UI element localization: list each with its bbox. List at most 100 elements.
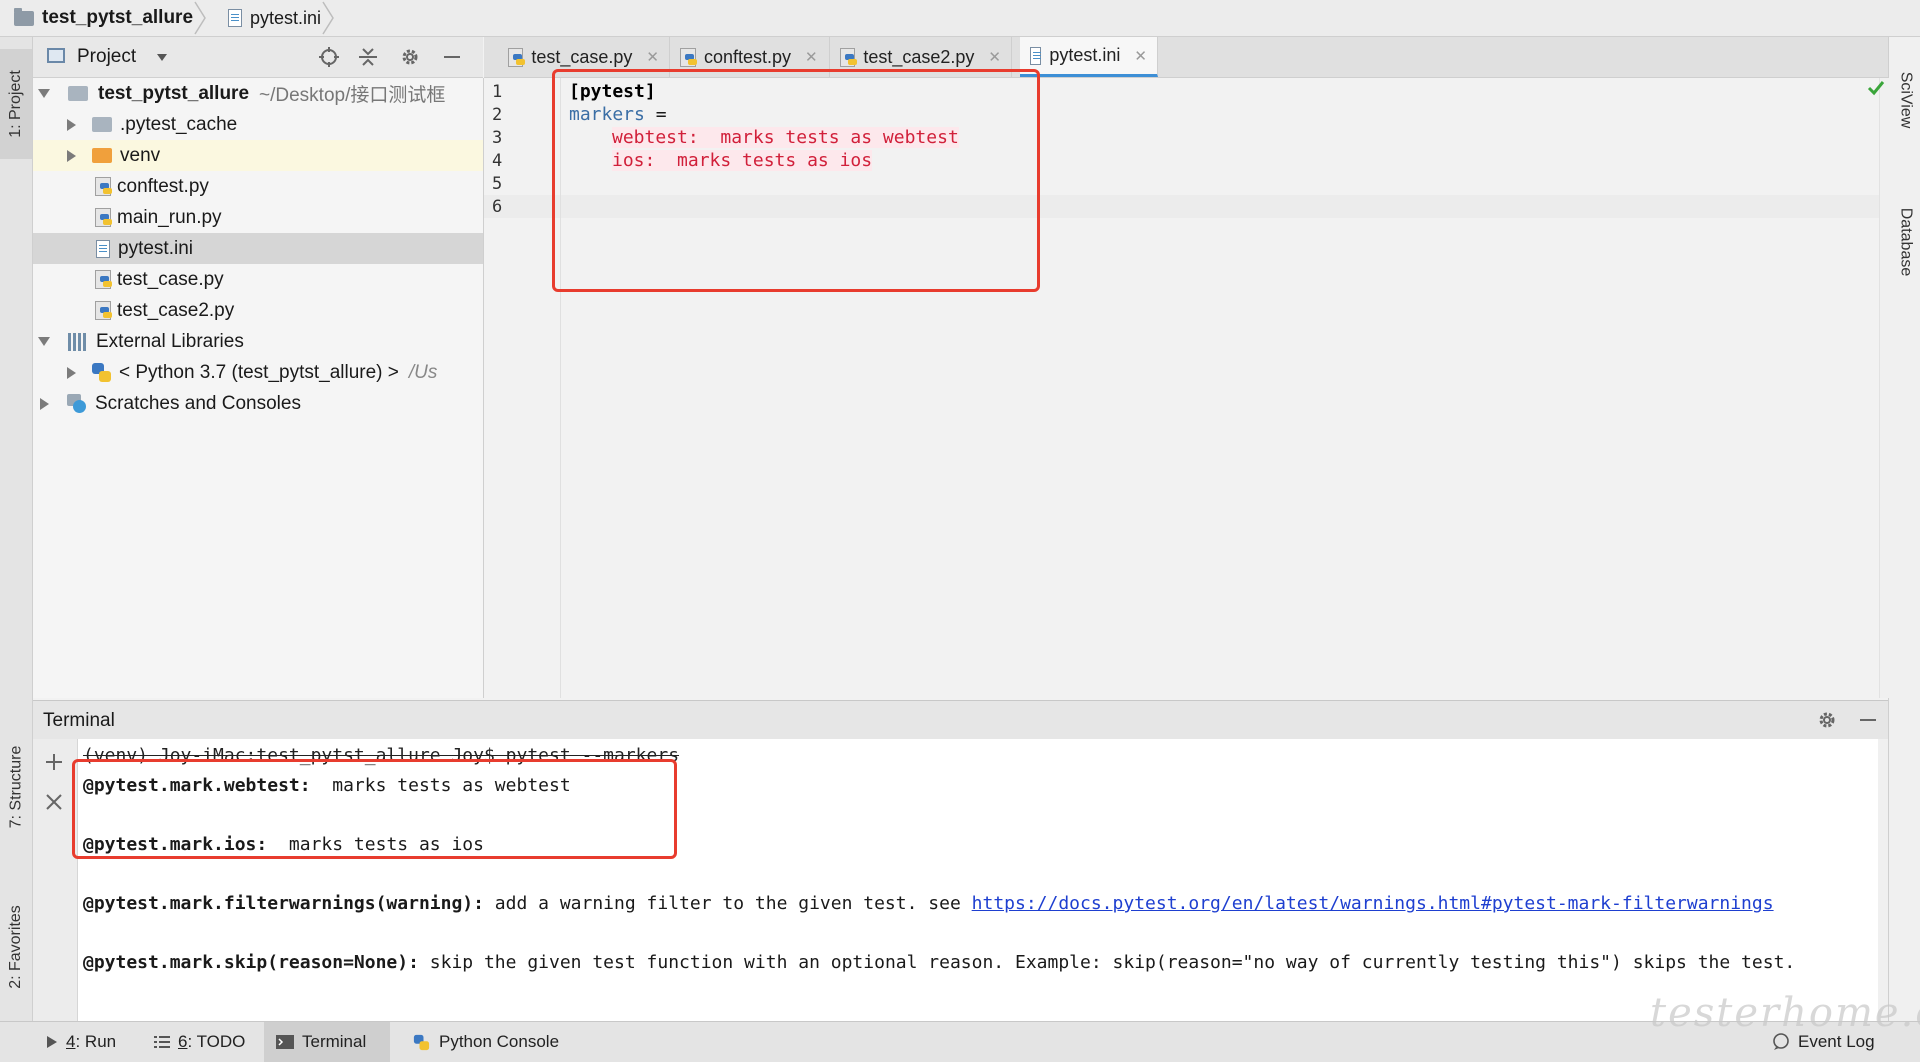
expand-arrow-icon[interactable] bbox=[67, 149, 76, 162]
tool-tab-structure[interactable]: 7: Structure bbox=[0, 727, 32, 847]
line-number: 3 bbox=[492, 128, 503, 148]
tree-item-pytest-ini[interactable]: pytest.ini bbox=[33, 233, 483, 264]
line-number: 1 bbox=[492, 82, 503, 102]
tool-tab-project[interactable]: 1: Project bbox=[0, 49, 32, 159]
line-number: 2 bbox=[492, 105, 503, 125]
terminal-header: Terminal bbox=[33, 700, 1888, 740]
python-file-icon bbox=[95, 270, 112, 289]
tool-tab-database[interactable]: Database bbox=[1889, 172, 1920, 312]
annotation-box bbox=[72, 759, 677, 859]
expand-arrow-icon[interactable] bbox=[67, 118, 76, 131]
close-icon[interactable]: ✕ bbox=[646, 48, 659, 66]
tree-item-label: venv bbox=[120, 144, 161, 166]
tree-item-scratches[interactable]: Scratches and Consoles bbox=[33, 388, 483, 419]
docs-link[interactable]: https://docs.pytest.org/en/latest/warnin… bbox=[972, 893, 1774, 914]
editor-error-stripe bbox=[1879, 78, 1889, 698]
expand-arrow-icon[interactable] bbox=[40, 397, 49, 410]
expand-arrow-icon[interactable] bbox=[38, 89, 50, 98]
tab-label: pytest.ini bbox=[1049, 45, 1121, 65]
folder-icon bbox=[68, 86, 88, 101]
marker-desc: add a warning filter to the given test. … bbox=[483, 893, 972, 914]
tree-item-test-case2[interactable]: test_case2.py bbox=[33, 295, 483, 326]
python-file-icon bbox=[680, 47, 697, 67]
python-file-icon bbox=[95, 301, 112, 320]
tool-tab-todo[interactable]: 6: TODO bbox=[142, 1022, 260, 1062]
tree-item-python-sdk[interactable]: < Python 3.7 (test_pytst_allure) > /Us bbox=[33, 357, 483, 388]
tool-tab-favorites-label: 2: Favorites bbox=[7, 905, 24, 989]
collapse-all-icon[interactable] bbox=[357, 46, 379, 68]
tree-item-pytest-cache[interactable]: .pytest_cache bbox=[33, 109, 483, 140]
plus-icon[interactable] bbox=[44, 752, 64, 772]
locate-icon[interactable] bbox=[318, 46, 340, 68]
close-icon[interactable]: ✕ bbox=[805, 48, 818, 66]
chevron-down-icon[interactable] bbox=[157, 54, 167, 61]
breadcrumb-file-label: pytest.ini bbox=[250, 7, 322, 28]
tree-item-path: ~/Desktop/接口测试框 bbox=[259, 85, 446, 106]
tree-item-label: test_case2.py bbox=[117, 299, 235, 321]
tree-item-label: < Python 3.7 (test_pytst_allure) > bbox=[119, 361, 399, 383]
project-view-selector[interactable]: Project bbox=[77, 46, 136, 68]
tree-item-external-libraries[interactable]: External Libraries bbox=[33, 326, 483, 357]
scratches-icon bbox=[67, 393, 87, 414]
folder-icon bbox=[92, 117, 112, 132]
python-icon bbox=[413, 1034, 430, 1050]
breadcrumb-separator-icon bbox=[194, 1, 206, 35]
tool-tab-sciview[interactable]: SciView bbox=[1889, 45, 1920, 155]
tree-item-test-case[interactable]: test_case.py bbox=[33, 264, 483, 295]
navigation-breadcrumb: test_pytst_allure pytest.ini bbox=[0, 0, 1920, 37]
tree-item-label: conftest.py bbox=[117, 175, 209, 197]
ini-file-icon bbox=[228, 9, 242, 27]
python-file-icon bbox=[95, 208, 112, 227]
tool-tab-run[interactable]: 4: Run bbox=[34, 1022, 130, 1062]
tree-item-main-run[interactable]: main_run.py bbox=[33, 202, 483, 233]
python-file-icon bbox=[508, 47, 526, 67]
project-view-icon bbox=[47, 48, 65, 63]
close-icon[interactable] bbox=[44, 792, 64, 812]
expand-arrow-icon[interactable] bbox=[38, 337, 50, 346]
python-file-icon bbox=[95, 177, 112, 196]
terminal-line-filterwarnings: @pytest.mark.filterwarnings(warning): ad… bbox=[83, 893, 1774, 914]
tree-item-venv[interactable]: venv bbox=[33, 140, 483, 171]
gear-icon[interactable] bbox=[399, 46, 421, 68]
line-number: 5 bbox=[492, 174, 503, 194]
tool-tab-run-label: 4: Run bbox=[66, 1032, 117, 1051]
tool-tab-python-console[interactable]: Python Console bbox=[400, 1022, 580, 1062]
folder-icon bbox=[14, 7, 34, 26]
close-icon[interactable]: ✕ bbox=[988, 48, 1001, 66]
project-tree: test_pytst_allure ~/Desktop/接口测试框 .pytes… bbox=[33, 78, 484, 698]
bottom-tool-bar: 4: Run 6: TODO Terminal Python Console E… bbox=[0, 1021, 1920, 1062]
terminal-scrollbar[interactable] bbox=[1878, 739, 1888, 1021]
tab-label: test_case2.py bbox=[863, 46, 975, 67]
tree-item-label: test_pytst_allure bbox=[98, 82, 250, 104]
editor-gutter: 1 2 3 4 5 6 bbox=[484, 78, 561, 698]
expand-arrow-icon[interactable] bbox=[67, 366, 76, 379]
breadcrumb-project[interactable]: test_pytst_allure bbox=[14, 0, 206, 36]
tree-item-label: .pytest_cache bbox=[120, 113, 238, 135]
tool-tab-todo-label: 6: TODO bbox=[178, 1032, 246, 1051]
todo-icon bbox=[154, 1036, 170, 1048]
minimize-icon[interactable] bbox=[1857, 709, 1879, 731]
folder-orange-icon bbox=[92, 148, 112, 163]
breadcrumb-file[interactable]: pytest.ini bbox=[228, 0, 334, 36]
tree-item-label: pytest.ini bbox=[118, 237, 193, 259]
watermark: testerhome.com bbox=[1650, 990, 1920, 1036]
tree-item-path: /Us bbox=[408, 361, 438, 383]
tool-tab-python-console-label: Python Console bbox=[439, 1032, 560, 1051]
libraries-icon bbox=[68, 332, 88, 351]
ini-file-icon bbox=[1030, 46, 1042, 65]
tree-item-conftest[interactable]: conftest.py bbox=[33, 171, 483, 202]
tool-tab-favorites[interactable]: 2: Favorites bbox=[0, 887, 32, 1007]
tool-tab-sciview-label: SciView bbox=[1897, 71, 1914, 129]
tool-tab-terminal-label: Terminal bbox=[302, 1032, 367, 1051]
tree-item-label: External Libraries bbox=[96, 330, 244, 352]
tree-item-root[interactable]: test_pytst_allure ~/Desktop/接口测试框 bbox=[33, 78, 483, 109]
minimize-icon[interactable] bbox=[441, 46, 463, 68]
tab-pytest-ini[interactable]: pytest.ini ✕ bbox=[1020, 37, 1158, 77]
terminal-line-skip: @pytest.mark.skip(reason=None): skip the… bbox=[83, 952, 1795, 973]
right-tool-strip: SciView Database bbox=[1888, 37, 1920, 1021]
annotation-box bbox=[552, 69, 1040, 292]
gear-icon[interactable] bbox=[1816, 709, 1838, 731]
tool-tab-database-label: Database bbox=[1897, 207, 1914, 277]
tool-tab-terminal[interactable]: Terminal bbox=[264, 1022, 390, 1062]
close-icon[interactable]: ✕ bbox=[1134, 47, 1147, 65]
